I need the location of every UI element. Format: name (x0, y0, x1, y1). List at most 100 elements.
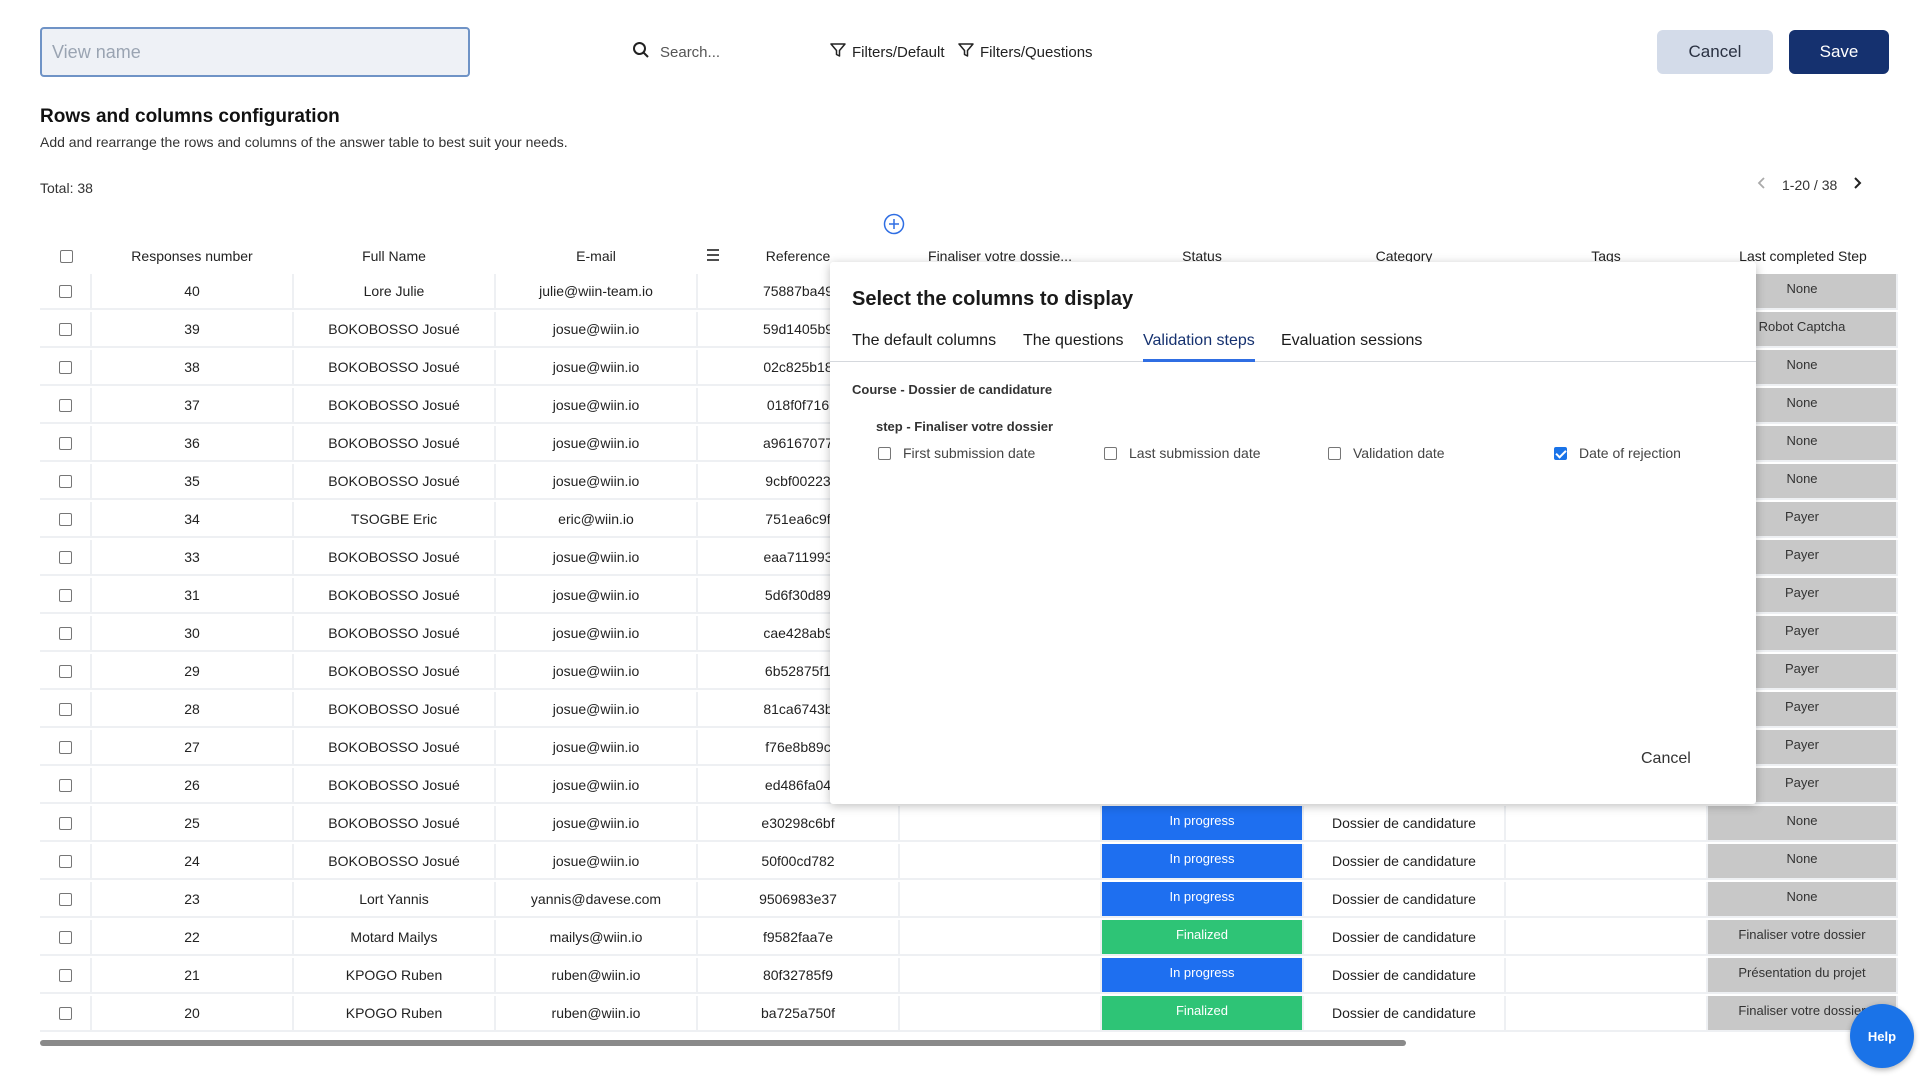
cell-email: josue@wiin.io (496, 844, 698, 880)
row-checkbox-cell (40, 540, 92, 576)
row-checkbox[interactable] (58, 588, 72, 602)
cell-status: In progress (1102, 958, 1304, 994)
row-checkbox[interactable] (58, 1006, 72, 1020)
help-button[interactable]: Help (1850, 1004, 1914, 1068)
menu-icon[interactable] (706, 248, 720, 265)
last-submission-checkbox[interactable] (1104, 446, 1117, 460)
row-checkbox[interactable] (58, 512, 72, 526)
table-row[interactable]: 21 KPOGO Ruben ruben@wiin.io 80f32785f9 In p… (40, 958, 1898, 994)
option-last-submission[interactable]: Last submission date (1104, 445, 1261, 461)
row-checkbox[interactable] (58, 398, 72, 412)
cell-full-name: KPOGO Ruben (294, 958, 496, 994)
cell-full-name: BOKOBOSSO Josué (294, 426, 496, 462)
table-row[interactable]: 20 KPOGO Ruben ruben@wiin.io ba725a750f Fina… (40, 996, 1898, 1032)
row-checkbox-cell (40, 350, 92, 386)
row-checkbox[interactable] (58, 550, 72, 564)
row-checkbox[interactable] (58, 664, 72, 678)
cell-full-name: BOKOBOSSO Josué (294, 312, 496, 348)
row-checkbox[interactable] (58, 816, 72, 830)
cancel-button[interactable]: Cancel (1657, 30, 1773, 74)
cell-responses-number: 37 (92, 388, 294, 424)
table-row[interactable]: 22 Motard Mailys mailys@wiin.io f9582faa7e F… (40, 920, 1898, 956)
cell-email: ruben@wiin.io (496, 996, 698, 1032)
row-checkbox[interactable] (58, 854, 72, 868)
row-checkbox[interactable] (58, 892, 72, 906)
row-checkbox[interactable] (58, 474, 72, 488)
row-checkbox[interactable] (58, 930, 72, 944)
header-full-name[interactable]: Full Name (294, 238, 494, 274)
cell-full-name: Lore Julie (294, 274, 496, 310)
row-checkbox[interactable] (58, 360, 72, 374)
cell-responses-number: 39 (92, 312, 294, 348)
date-of-rejection-label: Date of rejection (1579, 445, 1681, 461)
chevron-right-icon[interactable] (1851, 176, 1863, 193)
header-reference-label[interactable]: Reference (766, 248, 831, 264)
cell-responses-number: 27 (92, 730, 294, 766)
table-row[interactable]: 24 BOKOBOSSO Josué josue@wiin.io 50f00cd782… (40, 844, 1898, 880)
cell-full-name: TSOGBE Eric (294, 502, 496, 538)
cell-email: josue@wiin.io (496, 426, 698, 462)
step-label: step - Finaliser votre dossier (876, 419, 1054, 434)
chevron-left-icon[interactable] (1756, 176, 1768, 193)
save-button[interactable]: Save (1789, 30, 1889, 74)
date-of-rejection-checkbox[interactable] (1554, 446, 1567, 460)
row-checkbox-cell (40, 502, 92, 538)
cell-full-name: BOKOBOSSO Josué (294, 768, 496, 804)
row-checkbox[interactable] (58, 322, 72, 336)
cell-last-step: Présentation du projet (1708, 958, 1898, 994)
row-checkbox[interactable] (58, 702, 72, 716)
option-validation-date[interactable]: Validation date (1328, 445, 1445, 461)
cell-last-step: None (1708, 882, 1898, 918)
row-checkbox-cell (40, 274, 92, 310)
option-first-submission[interactable]: First submission date (878, 445, 1035, 461)
cell-email: josue@wiin.io (496, 578, 698, 614)
cell-finaliser (900, 920, 1102, 956)
cell-email: josue@wiin.io (496, 806, 698, 842)
cell-responses-number: 20 (92, 996, 294, 1032)
last-submission-label: Last submission date (1129, 445, 1261, 461)
cell-email: josue@wiin.io (496, 730, 698, 766)
row-checkbox[interactable] (58, 740, 72, 754)
horizontal-scrollbar[interactable] (40, 1040, 1406, 1046)
filters-questions-button[interactable]: Filters/Questions (958, 40, 1093, 64)
add-column-icon[interactable] (883, 213, 905, 239)
cell-last-step: Finaliser votre dossier (1708, 920, 1898, 956)
table-row[interactable]: 25 BOKOBOSSO Josué josue@wiin.io e30298c6bf… (40, 806, 1898, 842)
table-row[interactable]: 23 Lort Yannis yannis@davese.com 9506983e37… (40, 882, 1898, 918)
tab-evaluation-sessions[interactable]: Evaluation sessions (1281, 332, 1422, 362)
view-name-input[interactable] (40, 27, 470, 77)
row-checkbox-cell (40, 464, 92, 500)
cell-full-name: BOKOBOSSO Josué (294, 540, 496, 576)
cell-email: julie@wiin-team.io (496, 274, 698, 310)
validation-date-checkbox[interactable] (1328, 446, 1341, 460)
filters-questions-label: Filters/Questions (980, 43, 1093, 61)
cell-responses-number: 40 (92, 274, 294, 310)
cell-full-name: BOKOBOSSO Josué (294, 692, 496, 728)
cell-category: Dossier de candidature (1304, 920, 1506, 956)
select-all-checkbox[interactable] (59, 249, 73, 263)
cell-full-name: BOKOBOSSO Josué (294, 844, 496, 880)
cell-responses-number: 24 (92, 844, 294, 880)
tab-questions[interactable]: The questions (1023, 332, 1124, 362)
cell-email: josue@wiin.io (496, 464, 698, 500)
row-checkbox[interactable] (58, 436, 72, 450)
row-checkbox[interactable] (58, 778, 72, 792)
tab-default-columns[interactable]: The default columns (852, 332, 996, 362)
filters-default-button[interactable]: Filters/Default (830, 40, 945, 64)
cell-reference: ba725a750f (698, 996, 900, 1032)
tab-validation-steps[interactable]: Validation steps (1143, 332, 1255, 362)
row-checkbox[interactable] (58, 968, 72, 982)
option-date-of-rejection[interactable]: Date of rejection (1554, 445, 1681, 461)
cell-tags (1506, 882, 1708, 918)
row-checkbox[interactable] (58, 284, 72, 298)
modal-cancel-button[interactable]: Cancel (1641, 750, 1691, 768)
row-checkbox[interactable] (58, 626, 72, 640)
header-email[interactable]: E-mail (496, 238, 696, 274)
cell-reference: e30298c6bf (698, 806, 900, 842)
header-responses-number[interactable]: Responses number (92, 238, 292, 274)
cell-responses-number: 35 (92, 464, 294, 500)
first-submission-checkbox[interactable] (878, 446, 891, 460)
cell-email: josue@wiin.io (496, 388, 698, 424)
search-field[interactable]: Search... (632, 40, 720, 64)
pagination: 1-20 / 38 (1756, 176, 1863, 193)
